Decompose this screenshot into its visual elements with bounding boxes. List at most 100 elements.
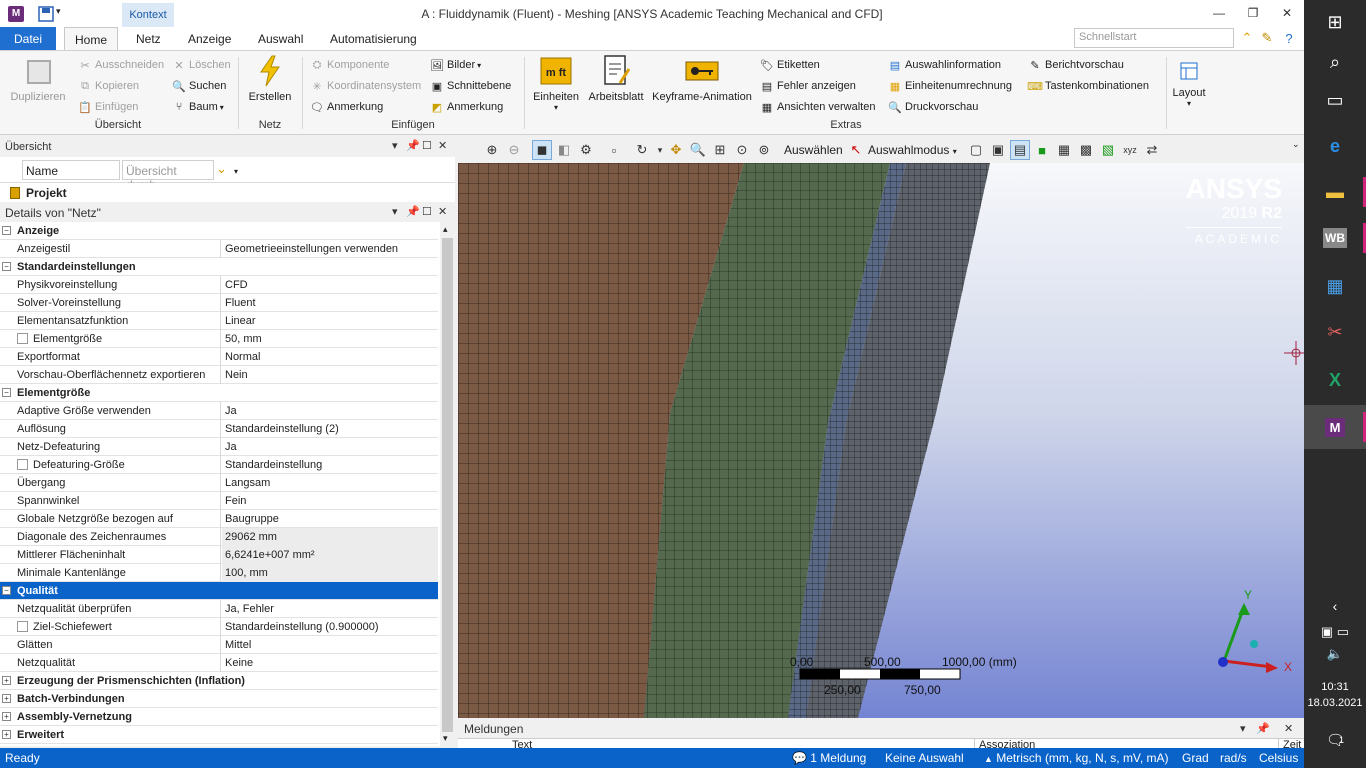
property-value[interactable]: Baugruppe [222,510,438,528]
notes-icon[interactable]: ✎ [1258,29,1276,47]
details-category-row[interactable]: + Batch-Verbindungen [0,690,438,708]
scroll-up-icon[interactable]: ▴ [443,224,448,235]
details-property-row[interactable]: Ziel-Schiefewert Standardeinstellung (0.9… [0,618,438,636]
collapse-icon[interactable]: − [2,388,11,397]
keyframe-animation-button[interactable]: Keyframe-Animation [650,55,754,103]
property-value[interactable]: Normal [222,348,438,366]
pin-icon[interactable]: 📌 [406,139,420,152]
details-category-row[interactable]: − Elementgröße [0,384,438,402]
panel-menu-icon[interactable]: ▾ [392,139,398,152]
graphics-viewport[interactable]: ANSYS 2019 R2 ACADEMIC 0,00 500,00 1000,… [458,163,1304,718]
explode-icon[interactable]: ⚙ [576,140,596,160]
zoom-in-icon[interactable]: ⊕ [482,140,502,160]
details-category-row[interactable]: − Qualität [0,582,438,600]
select-edge-icon[interactable]: ▣ [988,140,1008,160]
notifications-icon[interactable]: 🗨 1 [1304,718,1366,762]
details-property-row[interactable]: Minimale Kantenlänge 100, mm [0,564,438,582]
property-value[interactable]: CFD [222,276,438,294]
details-property-row[interactable]: Adaptive Größe verwenden Ja [0,402,438,420]
qat-dropdown-icon[interactable]: ▾ [56,6,72,22]
angle-unit-status[interactable]: Grad [1182,751,1209,765]
quickstart-search-input[interactable]: Schnellstart [1074,28,1234,48]
meshing-app-icon[interactable]: M [1304,405,1366,449]
app-icon[interactable]: M [8,5,24,22]
select-element-icon[interactable]: ▩ [1076,140,1096,160]
zoom-icon[interactable]: 🔍 [688,140,708,160]
property-value[interactable]: Fein [222,492,438,510]
toolbar-overflow-icon[interactable]: ⌄ [1292,139,1300,150]
col-time[interactable]: Zeit [1278,739,1301,748]
details-property-row[interactable]: Solver-Voreinstellung Fluent [0,294,438,312]
details-property-row[interactable]: Netzqualität überprüfen Ja, Fehler [0,600,438,618]
taskbar-clock[interactable]: 10:31 18.03.2021 [1304,679,1366,711]
unit-system-status[interactable]: ▲ Metrisch (mm, kg, N, s, mV, mA) [984,751,1169,765]
parameter-checkbox[interactable] [17,621,28,632]
select-mode-icon[interactable]: ▫ [604,140,624,160]
details-category-row[interactable]: + Erzeugung der Prismenschichten (Inflati… [0,672,438,690]
pan-icon[interactable]: ✥ [666,140,686,160]
details-property-row[interactable]: Exportformat Normal [0,348,438,366]
search-button[interactable]: 🔍 Suchen [172,77,226,95]
box-zoom-icon[interactable]: ⊞ [710,140,730,160]
print-preview-button[interactable]: 🔍 Druckvorschau [888,98,978,116]
worksheet-button[interactable]: Arbeitsblatt [584,55,648,103]
magnifier-icon[interactable]: ⊚ [754,140,774,160]
save-icon[interactable] [38,5,54,22]
select-element-face-icon[interactable]: ▧ [1098,140,1118,160]
collapse-icon[interactable]: − [2,262,11,271]
box-icon[interactable]: ◧ [554,140,574,160]
rotate-icon[interactable]: ↻ [632,140,652,160]
tree-button[interactable]: ⑂ Baum ▾ [172,98,224,116]
property-value[interactable]: Standardeinstellung [222,456,438,474]
property-value[interactable]: Ja, Fehler [222,600,438,618]
show-errors-button[interactable]: ▤ Fehler anzeigen [760,77,856,95]
filter-dropdown-icon[interactable]: ▾ [234,167,238,176]
select-body-icon[interactable]: ■ [1032,140,1052,160]
details-property-row[interactable]: Elementgröße 50, mm [0,330,438,348]
file-explorer-icon[interactable]: ▬ [1304,170,1366,214]
help-icon[interactable]: ? [1280,29,1298,47]
messages-status[interactable]: 💬 1 Meldung [792,751,866,765]
close-panel-icon[interactable]: ✕ [1284,722,1293,735]
zoom-fit-icon[interactable]: ⊙ [732,140,752,160]
generate-mesh-button[interactable]: Erstellen [242,55,298,103]
select-vertex-icon[interactable]: ▢ [966,140,986,160]
property-value[interactable]: Linear [222,312,438,330]
restore-button[interactable]: ❐ [1238,3,1268,23]
scroll-thumb[interactable] [442,238,453,732]
details-scrollbar[interactable]: ▴ ▾ [440,222,455,746]
property-value[interactable]: Fluent [222,294,438,312]
details-property-row[interactable]: Diagonale des Zeichenraumes 29062 mm [0,528,438,546]
property-value[interactable]: Nein [222,366,438,384]
details-property-row[interactable]: Spannwinkel Fein [0,492,438,510]
parameter-checkbox[interactable] [17,333,28,344]
expand-icon[interactable]: + [2,676,11,685]
edge-browser-icon[interactable]: e [1304,124,1366,168]
details-property-row[interactable]: Anzeigestil Geometrieeinstellungen verwen… [0,240,438,258]
details-property-row[interactable]: Auflösung Standardeinstellung (2) [0,420,438,438]
report-preview-button[interactable]: ✎ Berichtvorschau [1028,56,1123,74]
filter-type-select[interactable]: Name [22,160,120,180]
select-label[interactable]: Auswählen [784,143,843,157]
property-value[interactable]: Geometrieeinstellungen verwenden [222,240,438,258]
panel-menu-icon[interactable]: ▾ [392,205,398,218]
maximize-icon[interactable]: ☐ [422,205,432,218]
details-property-row[interactable]: Netzqualität Keine [0,654,438,672]
calculator-icon[interactable]: ▦ [1304,264,1366,308]
tab-automatisierung[interactable]: Automatisierung [320,27,427,50]
details-category-row[interactable]: − Anzeige [0,222,438,240]
property-value[interactable]: Standardeinstellung (2) [222,420,438,438]
property-value[interactable]: Standardeinstellung (0.900000) [222,618,438,636]
windows-start-icon[interactable]: ⊞ [1304,0,1366,44]
keyboard-shortcuts-button[interactable]: ⌨ Tastenkombinationen [1027,77,1149,95]
property-value[interactable]: 50, mm [222,330,438,348]
col-text[interactable]: Text [512,739,532,748]
details-property-row[interactable]: Glätten Mittel [0,636,438,654]
cursor-icon[interactable]: ↖ [846,140,866,160]
select-face-icon[interactable]: ▤ [1010,140,1030,160]
snipping-tool-icon[interactable]: ✂ [1304,310,1366,354]
section-plane-button[interactable]: ▣ Schnittebene [430,77,511,95]
paste-button[interactable]: 📋 Einfügen [78,98,138,116]
close-button[interactable]: ✕ [1272,3,1302,23]
temp-unit-status[interactable]: Celsius [1259,751,1298,765]
